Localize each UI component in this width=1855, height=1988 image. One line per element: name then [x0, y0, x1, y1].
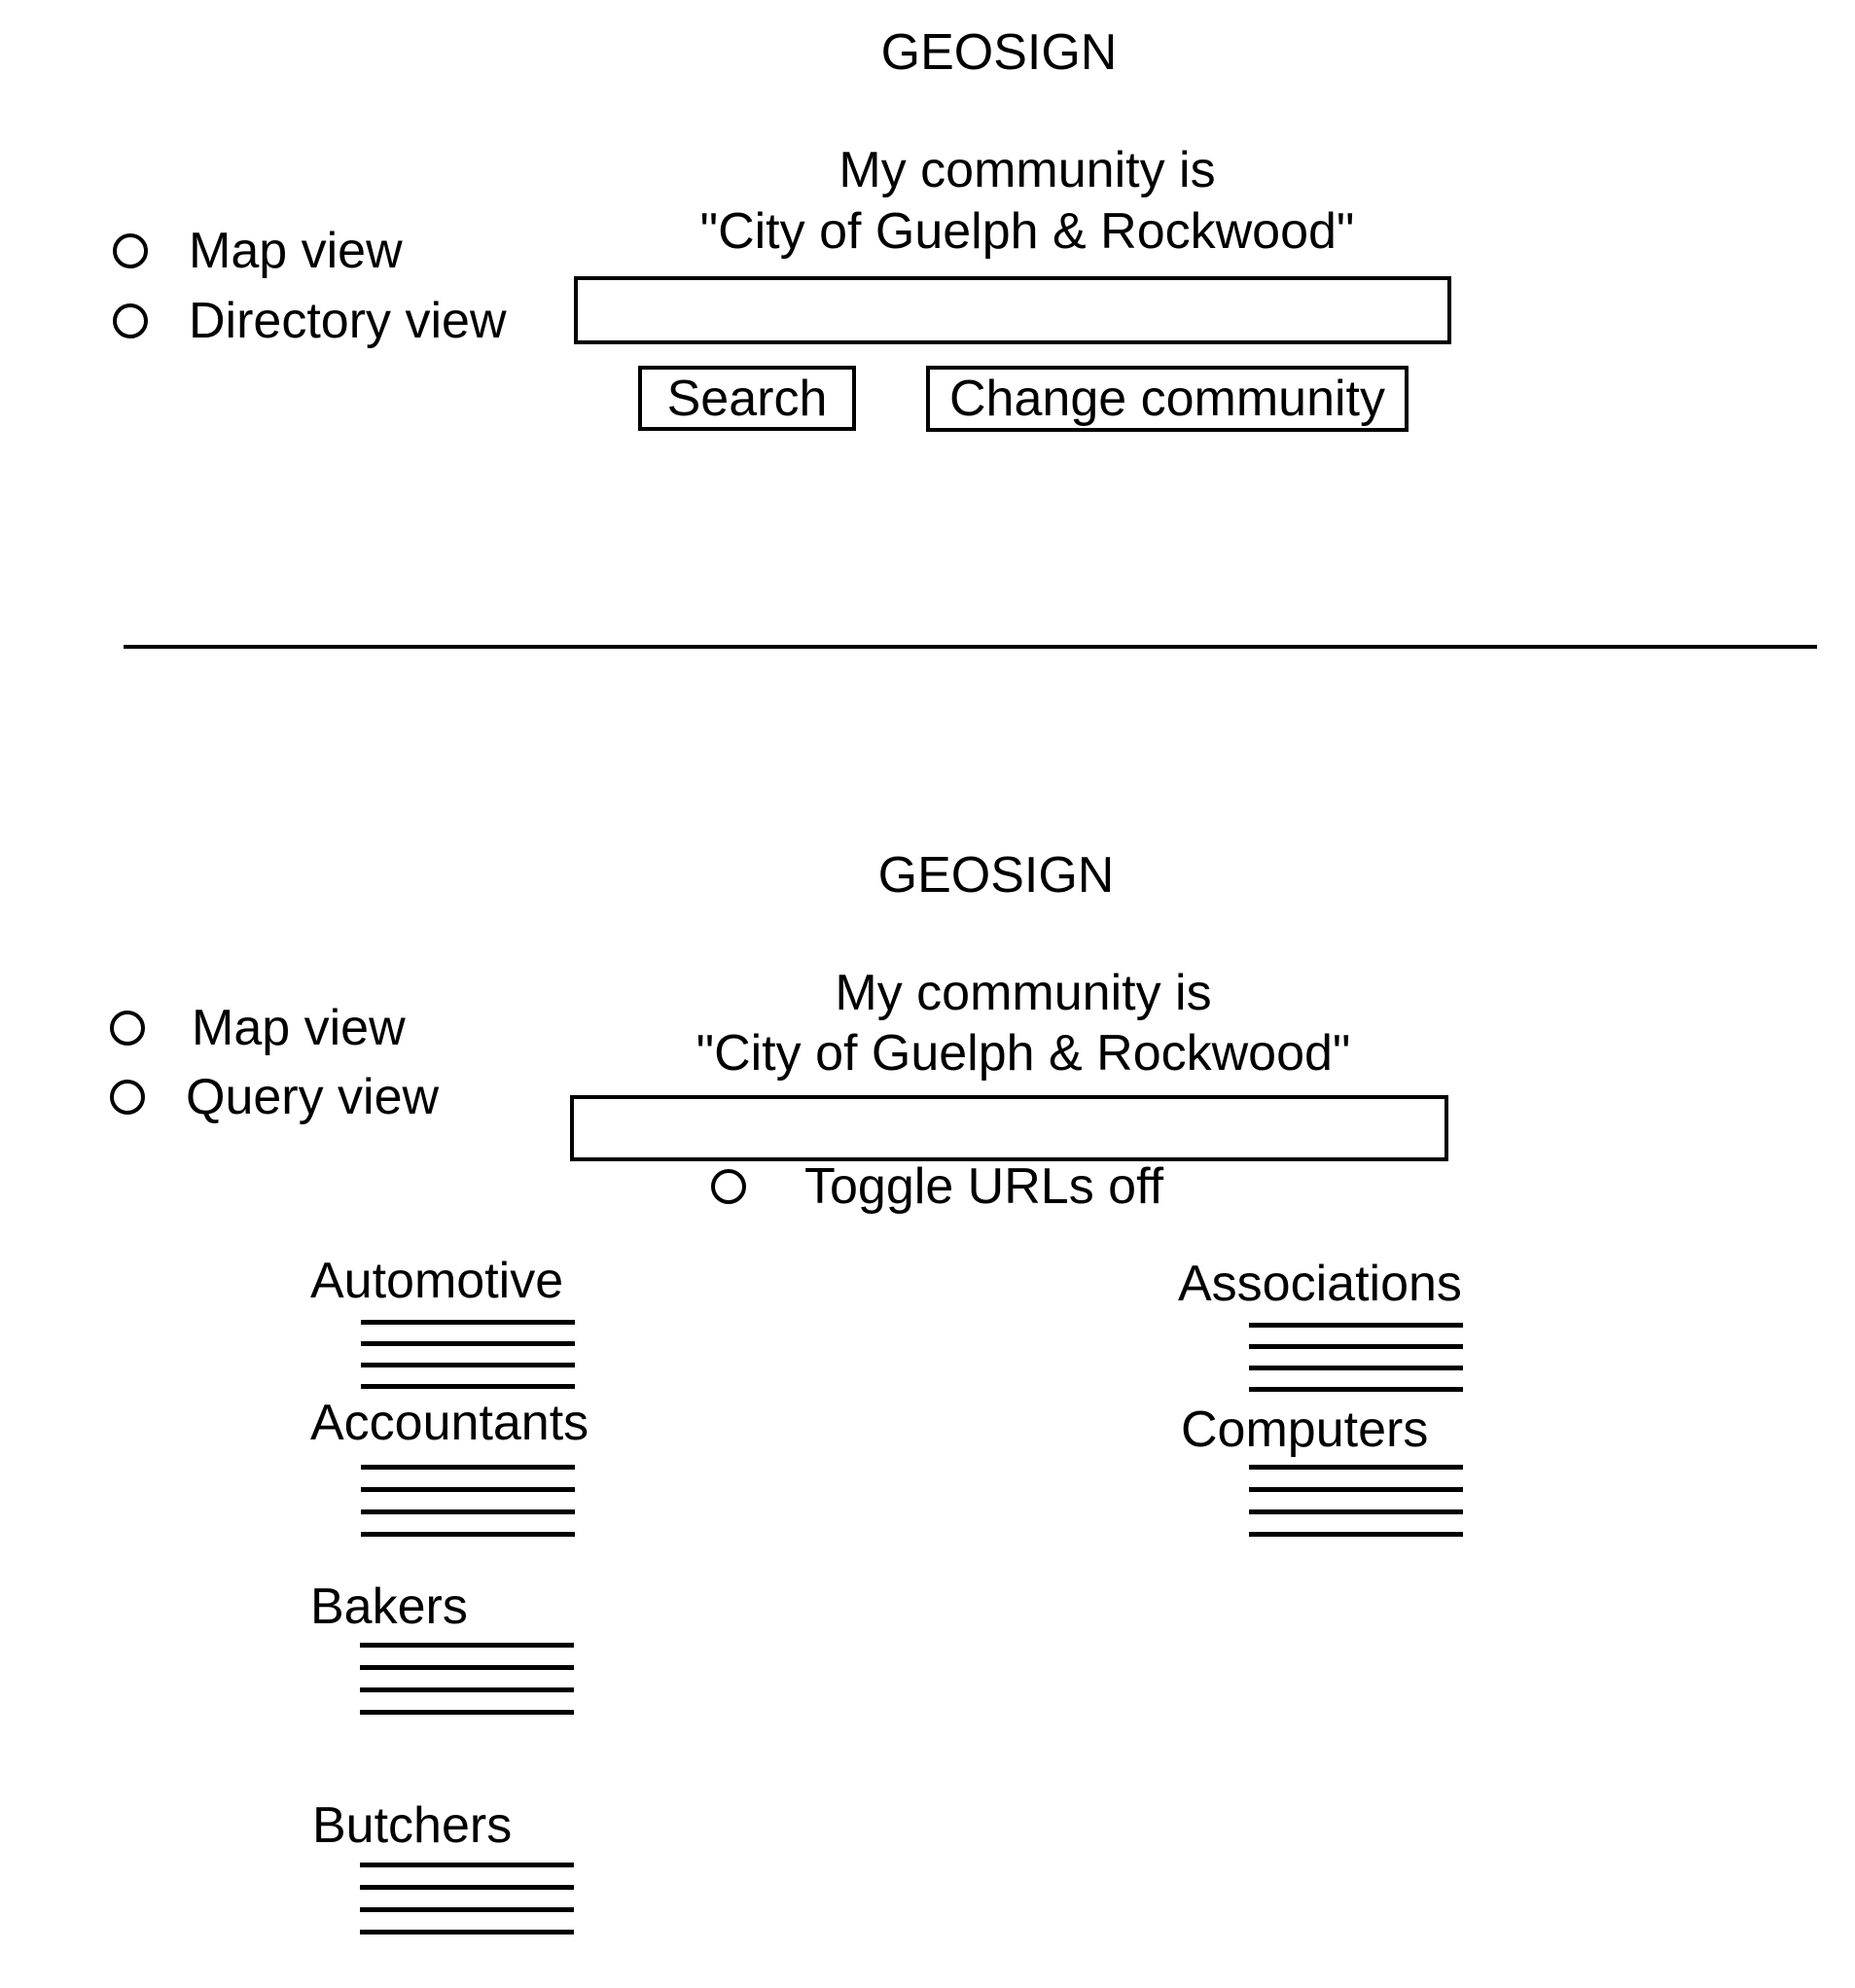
entry-line[interactable]: [1249, 1387, 1463, 1392]
entry-line[interactable]: [361, 1465, 575, 1470]
entry-line[interactable]: [360, 1710, 574, 1715]
entry-line[interactable]: [360, 1643, 574, 1648]
entry-line[interactable]: [360, 1863, 574, 1867]
entry-line[interactable]: [360, 1665, 574, 1670]
entry-line[interactable]: [361, 1320, 575, 1325]
radio-button-icon[interactable]: [110, 1080, 145, 1115]
category-entries: [360, 1863, 574, 1935]
toggle-urls[interactable]: Toggle URLs off: [711, 1157, 1163, 1216]
entry-line[interactable]: [360, 1885, 574, 1890]
radio-button-icon[interactable]: [711, 1169, 746, 1204]
entry-line[interactable]: [361, 1532, 575, 1537]
radio-query-view[interactable]: Query view: [110, 1068, 439, 1126]
entry-line[interactable]: [361, 1341, 575, 1346]
radio-directory-view[interactable]: Directory view: [113, 292, 507, 350]
radio-map-view[interactable]: Map view: [110, 999, 406, 1057]
radio-label: Query view: [186, 1069, 440, 1125]
community-name: "City of Guelph & Rockwood": [696, 1025, 1351, 1082]
category-heading[interactable]: Bakers: [310, 1578, 468, 1636]
entry-line[interactable]: [1249, 1532, 1463, 1537]
category-heading[interactable]: Associations: [1178, 1255, 1462, 1313]
entry-line[interactable]: [1249, 1465, 1463, 1470]
category-heading[interactable]: Automotive: [310, 1252, 563, 1310]
category-entries: [360, 1643, 574, 1715]
section-divider: [124, 645, 1817, 649]
app-title: GEOSIGN: [877, 847, 1115, 904]
radio-button-icon[interactable]: [110, 1011, 145, 1046]
radio-map-view[interactable]: Map view: [113, 222, 403, 280]
entry-line[interactable]: [1249, 1366, 1463, 1370]
category-entries: [361, 1320, 575, 1389]
entry-line[interactable]: [361, 1384, 575, 1389]
radio-button-icon[interactable]: [113, 233, 148, 268]
entry-line[interactable]: [361, 1487, 575, 1492]
entry-line[interactable]: [1249, 1487, 1463, 1492]
community-name: "City of Guelph & Rockwood": [699, 203, 1355, 260]
entry-line[interactable]: [1249, 1323, 1463, 1328]
entry-line[interactable]: [360, 1907, 574, 1912]
category-entries: [361, 1465, 575, 1537]
radio-button-icon[interactable]: [113, 303, 148, 338]
category-heading[interactable]: Accountants: [310, 1394, 589, 1452]
category-entries: [1249, 1323, 1463, 1392]
search-button[interactable]: Search: [638, 366, 856, 431]
entry-line[interactable]: [1249, 1509, 1463, 1514]
radio-label: Map view: [189, 223, 403, 279]
app-title: GEOSIGN: [880, 24, 1118, 81]
toggle-urls-label: Toggle URLs off: [804, 1158, 1164, 1215]
search-input[interactable]: [574, 276, 1451, 344]
change-community-button[interactable]: Change community: [926, 366, 1409, 432]
community-heading: My community is: [835, 965, 1212, 1021]
community-heading: My community is: [838, 142, 1216, 198]
entry-line[interactable]: [361, 1509, 575, 1514]
radio-label: Directory view: [189, 293, 507, 349]
search-input[interactable]: [570, 1095, 1448, 1161]
entry-line[interactable]: [360, 1930, 574, 1935]
category-heading[interactable]: Butchers: [312, 1796, 512, 1855]
entry-line[interactable]: [360, 1687, 574, 1692]
radio-label: Map view: [192, 1000, 406, 1056]
entry-line[interactable]: [361, 1363, 575, 1367]
category-heading[interactable]: Computers: [1181, 1401, 1428, 1459]
category-entries: [1249, 1465, 1463, 1537]
entry-line[interactable]: [1249, 1344, 1463, 1349]
